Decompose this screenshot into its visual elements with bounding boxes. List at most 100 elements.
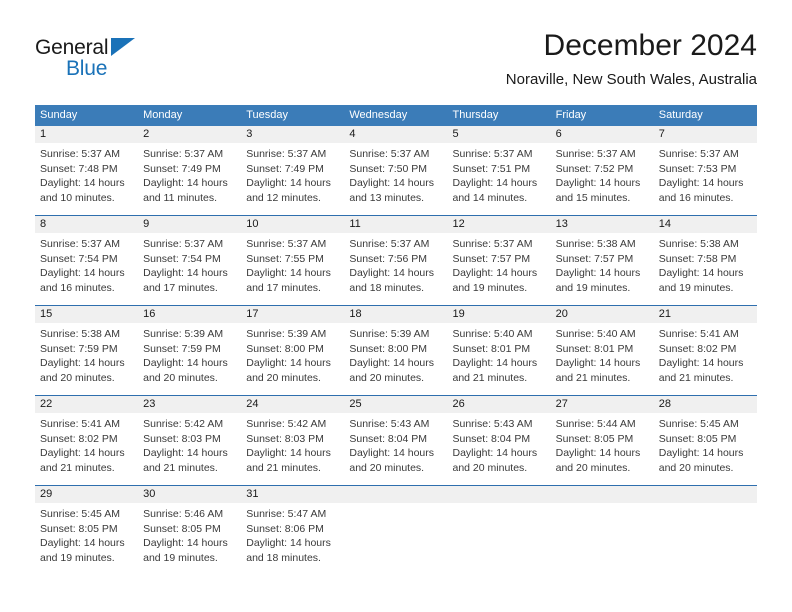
day-number[interactable]: 26 bbox=[448, 396, 551, 413]
day-number[interactable]: 24 bbox=[241, 396, 344, 413]
day-number[interactable]: 8 bbox=[35, 216, 138, 233]
sunset-text: Sunset: 7:59 PM bbox=[143, 342, 221, 355]
day-number-empty bbox=[448, 486, 551, 503]
day-number[interactable]: 1 bbox=[35, 126, 138, 143]
day-cell[interactable]: Sunrise: 5:39 AM Sunset: 8:00 PM Daylight:… bbox=[241, 323, 344, 395]
day-number[interactable]: 15 bbox=[35, 306, 138, 323]
day-cell[interactable]: Sunrise: 5:37 AM Sunset: 7:48 PM Daylight:… bbox=[35, 143, 138, 215]
daylight-text: Daylight: 14 hours and 12 minutes. bbox=[246, 177, 331, 204]
day-cell[interactable]: Sunrise: 5:41 AM Sunset: 8:02 PM Daylight:… bbox=[654, 323, 757, 395]
day-number[interactable]: 22 bbox=[35, 396, 138, 413]
triangle-icon bbox=[111, 38, 135, 56]
day-cell[interactable]: Sunrise: 5:37 AM Sunset: 7:56 PM Daylight:… bbox=[344, 233, 447, 305]
sunrise-text: Sunrise: 5:38 AM bbox=[40, 328, 120, 340]
day-cell[interactable]: Sunrise: 5:38 AM Sunset: 7:57 PM Daylight:… bbox=[551, 233, 654, 305]
sunrise-text: Sunrise: 5:37 AM bbox=[349, 238, 430, 250]
sunset-text: Sunset: 7:54 PM bbox=[143, 252, 221, 265]
day-cell[interactable]: Sunrise: 5:37 AM Sunset: 7:54 PM Daylight:… bbox=[35, 233, 138, 305]
day-cell[interactable]: Sunrise: 5:39 AM Sunset: 8:00 PM Daylight:… bbox=[344, 323, 447, 395]
day-number[interactable]: 16 bbox=[138, 306, 241, 323]
day-cell-empty bbox=[654, 503, 757, 575]
daylight-text: Daylight: 14 hours and 19 minutes. bbox=[555, 267, 641, 294]
sunset-text: Sunset: 8:04 PM bbox=[452, 432, 531, 445]
day-number[interactable]: 10 bbox=[241, 216, 344, 233]
daylight-text: Daylight: 14 hours and 16 minutes. bbox=[658, 177, 744, 204]
day-cell[interactable]: Sunrise: 5:41 AM Sunset: 8:02 PM Daylight:… bbox=[35, 413, 138, 485]
day-number[interactable]: 17 bbox=[241, 306, 344, 323]
day-number[interactable]: 3 bbox=[241, 126, 344, 143]
sunrise-text: Sunrise: 5:37 AM bbox=[143, 148, 224, 160]
day-cell[interactable]: Sunrise: 5:47 AM Sunset: 8:06 PM Daylight:… bbox=[241, 503, 344, 575]
sunrise-text: Sunrise: 5:37 AM bbox=[658, 148, 739, 160]
day-cell[interactable]: Sunrise: 5:37 AM Sunset: 7:54 PM Daylight:… bbox=[138, 233, 241, 305]
sunrise-text: Sunrise: 5:44 AM bbox=[555, 418, 636, 430]
day-cell[interactable]: Sunrise: 5:38 AM Sunset: 7:58 PM Daylight:… bbox=[654, 233, 757, 305]
page-header: General Blue December 2024 Noraville, Ne… bbox=[0, 0, 792, 100]
day-number[interactable]: 4 bbox=[344, 126, 447, 143]
day-cell[interactable]: Sunrise: 5:37 AM Sunset: 7:55 PM Daylight:… bbox=[241, 233, 344, 305]
day-number[interactable]: 25 bbox=[344, 396, 447, 413]
daylight-text: Daylight: 14 hours and 20 minutes. bbox=[555, 447, 641, 474]
day-number[interactable]: 2 bbox=[138, 126, 241, 143]
day-cell[interactable]: Sunrise: 5:37 AM Sunset: 7:49 PM Daylight:… bbox=[241, 143, 344, 215]
sunset-text: Sunset: 7:54 PM bbox=[40, 252, 118, 265]
sunset-text: Sunset: 7:51 PM bbox=[452, 162, 531, 175]
day-number[interactable]: 14 bbox=[654, 216, 757, 233]
day-number[interactable]: 19 bbox=[448, 306, 551, 323]
day-cell[interactable]: Sunrise: 5:38 AM Sunset: 7:59 PM Daylight:… bbox=[35, 323, 138, 395]
sunrise-text: Sunrise: 5:38 AM bbox=[555, 238, 636, 250]
brand-logo[interactable]: General Blue bbox=[35, 36, 255, 86]
day-number[interactable]: 23 bbox=[138, 396, 241, 413]
day-number[interactable]: 21 bbox=[654, 306, 757, 323]
day-cell[interactable]: Sunrise: 5:46 AM Sunset: 8:05 PM Daylight:… bbox=[138, 503, 241, 575]
day-number-empty bbox=[654, 486, 757, 503]
day-cell[interactable]: Sunrise: 5:39 AM Sunset: 7:59 PM Daylight:… bbox=[138, 323, 241, 395]
day-number[interactable]: 18 bbox=[344, 306, 447, 323]
day-cell[interactable]: Sunrise: 5:43 AM Sunset: 8:04 PM Daylight:… bbox=[344, 413, 447, 485]
day-cell[interactable]: Sunrise: 5:37 AM Sunset: 7:57 PM Daylight:… bbox=[448, 233, 551, 305]
sunset-text: Sunset: 8:02 PM bbox=[40, 432, 118, 445]
daylight-text: Daylight: 14 hours and 16 minutes. bbox=[40, 267, 125, 294]
day-cell[interactable]: Sunrise: 5:37 AM Sunset: 7:49 PM Daylight:… bbox=[138, 143, 241, 215]
day-cell[interactable]: Sunrise: 5:43 AM Sunset: 8:04 PM Daylight:… bbox=[448, 413, 551, 485]
day-cell[interactable]: Sunrise: 5:45 AM Sunset: 8:05 PM Daylight:… bbox=[35, 503, 138, 575]
day-number[interactable]: 28 bbox=[654, 396, 757, 413]
day-number-empty bbox=[344, 486, 447, 503]
day-cell[interactable]: Sunrise: 5:45 AM Sunset: 8:05 PM Daylight:… bbox=[654, 413, 757, 485]
day-number[interactable]: 7 bbox=[654, 126, 757, 143]
daylight-text: Daylight: 14 hours and 20 minutes. bbox=[452, 447, 538, 474]
day-number[interactable]: 13 bbox=[551, 216, 654, 233]
day-cell[interactable]: Sunrise: 5:44 AM Sunset: 8:05 PM Daylight:… bbox=[551, 413, 654, 485]
day-number[interactable]: 31 bbox=[241, 486, 344, 503]
day-number[interactable]: 27 bbox=[551, 396, 654, 413]
sunrise-text: Sunrise: 5:40 AM bbox=[555, 328, 636, 340]
day-cell[interactable]: Sunrise: 5:37 AM Sunset: 7:52 PM Daylight:… bbox=[551, 143, 654, 215]
sunrise-text: Sunrise: 5:40 AM bbox=[452, 328, 533, 340]
day-cell[interactable]: Sunrise: 5:42 AM Sunset: 8:03 PM Daylight:… bbox=[138, 413, 241, 485]
day-detail-row: Sunrise: 5:45 AM Sunset: 8:05 PM Daylight:… bbox=[35, 503, 757, 575]
day-cell[interactable]: Sunrise: 5:40 AM Sunset: 8:01 PM Daylight:… bbox=[551, 323, 654, 395]
day-cell[interactable]: Sunrise: 5:37 AM Sunset: 7:51 PM Daylight:… bbox=[448, 143, 551, 215]
day-number[interactable]: 5 bbox=[448, 126, 551, 143]
day-number[interactable]: 29 bbox=[35, 486, 138, 503]
day-number-row: 8 9 10 11 12 13 14 bbox=[35, 216, 757, 233]
sunrise-text: Sunrise: 5:37 AM bbox=[246, 148, 327, 160]
sunset-text: Sunset: 7:57 PM bbox=[452, 252, 531, 265]
day-number[interactable]: 6 bbox=[551, 126, 654, 143]
day-number[interactable]: 30 bbox=[138, 486, 241, 503]
day-number[interactable]: 20 bbox=[551, 306, 654, 323]
page-subtitle: Noraville, New South Wales, Australia bbox=[505, 71, 757, 88]
calendar-week-row: 1 2 3 4 5 6 7 Sunrise: 5:37 AM Sunset: 7:48 PM Da… bbox=[35, 125, 757, 215]
day-cell[interactable]: Sunrise: 5:42 AM Sunset: 8:03 PM Daylight:… bbox=[241, 413, 344, 485]
day-number[interactable]: 9 bbox=[138, 216, 241, 233]
sunrise-text: Sunrise: 5:37 AM bbox=[452, 148, 533, 160]
day-cell[interactable]: Sunrise: 5:37 AM Sunset: 7:53 PM Daylight:… bbox=[654, 143, 757, 215]
day-number[interactable]: 11 bbox=[344, 216, 447, 233]
day-cell[interactable]: Sunrise: 5:40 AM Sunset: 8:01 PM Daylight:… bbox=[448, 323, 551, 395]
sunrise-text: Sunrise: 5:41 AM bbox=[40, 418, 120, 430]
weekday-header-tuesday: Tuesday bbox=[246, 109, 289, 121]
day-cell[interactable]: Sunrise: 5:37 AM Sunset: 7:50 PM Daylight:… bbox=[344, 143, 447, 215]
sunrise-text: Sunrise: 5:37 AM bbox=[452, 238, 533, 250]
day-number[interactable]: 12 bbox=[448, 216, 551, 233]
weekday-header-row: Sunday Monday Tuesday Wednesday Thursday Frid… bbox=[35, 105, 757, 125]
